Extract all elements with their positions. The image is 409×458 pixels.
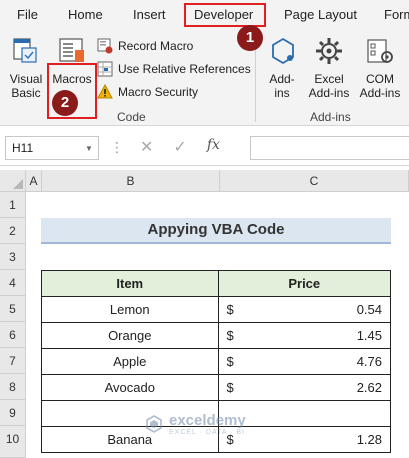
watermark-name: exceldemy [169, 412, 246, 429]
table-row: Orange $1.45 [41, 322, 391, 349]
column-header-b[interactable]: B [42, 170, 220, 192]
header-item[interactable]: Item [41, 270, 219, 297]
com-add-ins-label-line2: Add-ins [359, 86, 401, 100]
developer-highlight-box [184, 3, 266, 27]
tab-insert[interactable]: Insert [133, 7, 166, 22]
table-row: Apple $4.76 [41, 348, 391, 375]
com-add-ins-label-line1: COM [366, 72, 394, 86]
chevron-down-icon[interactable]: ▼ [85, 144, 93, 153]
column-header-a[interactable]: A [26, 170, 42, 192]
price-value: 0.54 [356, 302, 382, 317]
price-cell[interactable]: $1.45 [217, 322, 391, 349]
formula-bar-separator: ⋮ [110, 139, 124, 155]
row-header-3[interactable]: 3 [0, 244, 26, 270]
watermark-tagline: EXCEL · DATA · BI [169, 429, 245, 436]
excel-add-ins-button[interactable]: Excel Add-ins [305, 36, 353, 106]
price-cell[interactable]: $4.76 [217, 348, 391, 375]
excel-add-ins-label-line2: Add-ins [308, 86, 350, 100]
record-macro-button[interactable]: Record Macro [97, 36, 193, 56]
ribbon-tab-bar: File Home Insert Developer Page Layout F… [0, 0, 409, 30]
item-cell[interactable]: Avocado [41, 374, 219, 401]
sheet-title[interactable]: Appying VBA Code [41, 218, 391, 244]
gear-icon [316, 38, 342, 64]
formula-bar: H11 ▼ ⋮ ✕ ✓ fx [0, 130, 409, 166]
column-header-c[interactable]: C [220, 170, 409, 192]
select-all-triangle [13, 179, 23, 189]
macro-security-button[interactable]: Macro Security [97, 82, 198, 102]
relative-references-icon [97, 61, 113, 77]
row-header-6[interactable]: 6 [0, 322, 26, 348]
record-macro-icon [97, 38, 113, 54]
insert-function-icon[interactable]: fx [207, 137, 220, 157]
price-value: 4.76 [356, 354, 382, 369]
use-relative-references-button[interactable]: Use Relative References [97, 59, 251, 79]
tab-formulas[interactable]: Form [384, 7, 409, 22]
row-header-10[interactable]: 10 [0, 426, 26, 458]
warning-icon [97, 84, 113, 99]
use-relative-references-label: Use Relative References [118, 62, 251, 76]
visual-basic-icon [13, 38, 37, 63]
com-add-ins-button[interactable]: COM Add-ins [356, 36, 404, 106]
step-badge-2: 2 [52, 90, 78, 116]
row-header-8[interactable]: 8 [0, 374, 26, 400]
add-ins-icon [272, 37, 294, 65]
visual-basic-label-line2: Basic [11, 86, 41, 100]
add-ins-button[interactable]: Add- ins [264, 36, 300, 106]
record-macro-label: Record Macro [118, 39, 194, 53]
currency-symbol: $ [226, 380, 234, 395]
enter-icon[interactable]: ✓ [173, 137, 186, 157]
add-ins-label-line1: Add- [269, 72, 295, 86]
row-header-5[interactable]: 5 [0, 296, 26, 322]
tab-file[interactable]: File [17, 7, 38, 22]
excel-add-ins-label-line1: Excel [314, 72, 344, 86]
currency-symbol: $ [226, 302, 234, 317]
table-header-row: Item Price [41, 270, 391, 297]
ribbon-panel: Visual Basic Macros Record Macro Use Rel… [0, 25, 409, 126]
add-ins-group-label: Add-ins [310, 110, 351, 124]
select-all-corner[interactable] [0, 170, 26, 192]
item-cell[interactable]: Orange [41, 322, 219, 349]
currency-symbol: $ [226, 354, 234, 369]
add-ins-label-line2: ins [274, 86, 290, 100]
visual-basic-button[interactable]: Visual Basic [6, 36, 46, 106]
tab-page-layout[interactable]: Page Layout [284, 7, 357, 22]
visual-basic-label-line1: Visual [9, 72, 43, 86]
formula-input[interactable] [250, 136, 409, 160]
item-cell[interactable]: Apple [41, 348, 219, 375]
price-value: 2.62 [356, 380, 382, 395]
table-row: Lemon $0.54 [41, 296, 391, 323]
com-add-ins-icon [367, 39, 393, 63]
price-cell[interactable]: $2.62 [217, 374, 391, 401]
row-header-1[interactable]: 1 [0, 192, 26, 218]
price-value: 1.45 [356, 328, 382, 343]
row-header-2[interactable]: 2 [0, 218, 26, 244]
price-value: 1.28 [356, 432, 382, 447]
worksheet-grid: A B C 1 2 3 4 5 6 7 8 9 10 Appying VBA C… [0, 170, 409, 458]
row-header-7[interactable]: 7 [0, 348, 26, 374]
code-group-label: Code [117, 110, 146, 124]
macro-security-label: Macro Security [118, 85, 199, 99]
row-header-9[interactable]: 9 [0, 400, 26, 426]
currency-symbol: $ [226, 328, 234, 343]
exceldemy-logo-icon [146, 415, 162, 433]
tab-home[interactable]: Home [68, 7, 103, 22]
step-badge-1: 1 [237, 25, 263, 51]
price-cell[interactable]: $0.54 [217, 296, 391, 323]
cancel-icon[interactable]: ✕ [140, 137, 153, 157]
item-cell[interactable]: Lemon [41, 296, 219, 323]
row-header-4[interactable]: 4 [0, 270, 26, 296]
macros-icon [59, 38, 84, 62]
header-price[interactable]: Price [217, 270, 391, 297]
table-row: Avocado $2.62 [41, 374, 391, 401]
exceldemy-watermark: exceldemy EXCEL · DATA · BI [145, 412, 246, 436]
